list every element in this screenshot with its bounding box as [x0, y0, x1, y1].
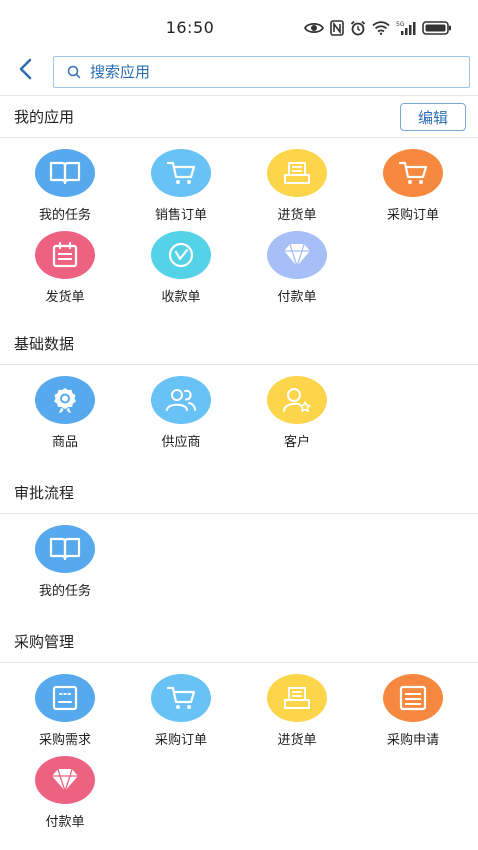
app-my-tasks[interactable]: 我的任务	[7, 149, 123, 229]
app-label: 采购订单	[154, 733, 207, 748]
app-payment[interactable]: 付款单	[239, 231, 355, 311]
app-customers[interactable]: 客户	[239, 376, 355, 456]
app-label: 采购申请	[386, 733, 439, 748]
app-purchase-receipt-2[interactable]: 进货单	[239, 674, 355, 754]
search-box[interactable]	[53, 56, 470, 88]
app-label: 采购需求	[38, 733, 91, 748]
app-purchase-order-2[interactable]: 采购订单	[123, 674, 239, 754]
document-icon	[35, 674, 95, 722]
app-label: 付款单	[277, 290, 317, 305]
cart-icon	[151, 149, 211, 197]
edit-button[interactable]: 编辑	[400, 103, 466, 131]
app-purchase-order[interactable]: 采购订单	[355, 149, 471, 229]
status-icons: 5G	[304, 18, 452, 38]
back-button[interactable]	[10, 56, 40, 86]
app-label: 我的任务	[38, 208, 91, 223]
section-approval: 审批流程 我的任务	[0, 472, 478, 599]
app-label: 付款单	[45, 815, 85, 830]
diamond-icon	[267, 231, 327, 279]
battery-icon	[422, 21, 452, 35]
app-label: 商品	[51, 435, 78, 450]
svg-text:5G: 5G	[396, 21, 405, 28]
app-header	[0, 56, 478, 96]
section-header: 我的应用 编辑	[0, 96, 478, 138]
app-label: 销售订单	[154, 208, 207, 223]
status-bar: 16:50 5G	[0, 0, 478, 56]
section-title: 采购管理	[14, 633, 75, 651]
app-suppliers[interactable]: 供应商	[123, 376, 239, 456]
app-receipt[interactable]: 收款单	[123, 231, 239, 311]
app-label: 进货单	[277, 208, 317, 223]
calendar-icon	[35, 231, 95, 279]
app-label: 客户	[283, 435, 310, 450]
search-icon	[66, 64, 82, 80]
section-header: 审批流程	[0, 472, 478, 514]
app-label: 发货单	[45, 290, 85, 305]
app-label: 供应商	[161, 435, 201, 450]
section-header: 采购管理	[0, 621, 478, 663]
chevron-left-icon	[17, 57, 33, 85]
alarm-icon	[350, 20, 366, 36]
tray-icon	[267, 149, 327, 197]
section-basic-data: 基础数据 商品 供应商 客户	[0, 323, 478, 450]
section-header: 基础数据	[0, 323, 478, 365]
app-products[interactable]: 商品	[7, 376, 123, 456]
search-input[interactable]	[90, 63, 430, 81]
app-label: 收款单	[161, 290, 201, 305]
cart-icon	[383, 149, 443, 197]
eye-icon	[304, 21, 324, 35]
nfc-icon	[330, 20, 344, 36]
app-sales-order[interactable]: 销售订单	[123, 149, 239, 229]
section-title: 审批流程	[14, 484, 75, 502]
users-icon	[151, 376, 211, 424]
app-purchase-request[interactable]: 采购申请	[355, 674, 471, 754]
user-star-icon	[267, 376, 327, 424]
app-my-tasks-approval[interactable]: 我的任务	[7, 525, 123, 605]
section-my-apps: 我的应用 编辑 我的任务 销售订单 进货单 采购订单 发货单 收款单 付款单	[0, 96, 478, 305]
award-icon	[35, 376, 95, 424]
section-title: 我的应用	[14, 108, 75, 126]
app-label: 采购订单	[386, 208, 439, 223]
tray-icon	[267, 674, 327, 722]
section-title: 基础数据	[14, 335, 75, 353]
book-icon	[35, 149, 95, 197]
signal-icon: 5G	[396, 20, 416, 36]
section-purchase-management: 采购管理 采购需求 采购订单 进货单 采购申请 付款单	[0, 621, 478, 830]
app-purchase-demand[interactable]: 采购需求	[7, 674, 123, 754]
app-delivery-note[interactable]: 发货单	[7, 231, 123, 311]
app-label: 我的任务	[38, 584, 91, 599]
book-icon	[35, 525, 95, 573]
app-payment-2[interactable]: 付款单	[7, 756, 123, 836]
wifi-icon	[372, 21, 390, 35]
clock-icon	[151, 231, 211, 279]
app-label: 进货单	[277, 733, 317, 748]
diamond-icon	[35, 756, 95, 804]
form-icon	[383, 674, 443, 722]
app-purchase-receipt[interactable]: 进货单	[239, 149, 355, 229]
cart-icon	[151, 674, 211, 722]
